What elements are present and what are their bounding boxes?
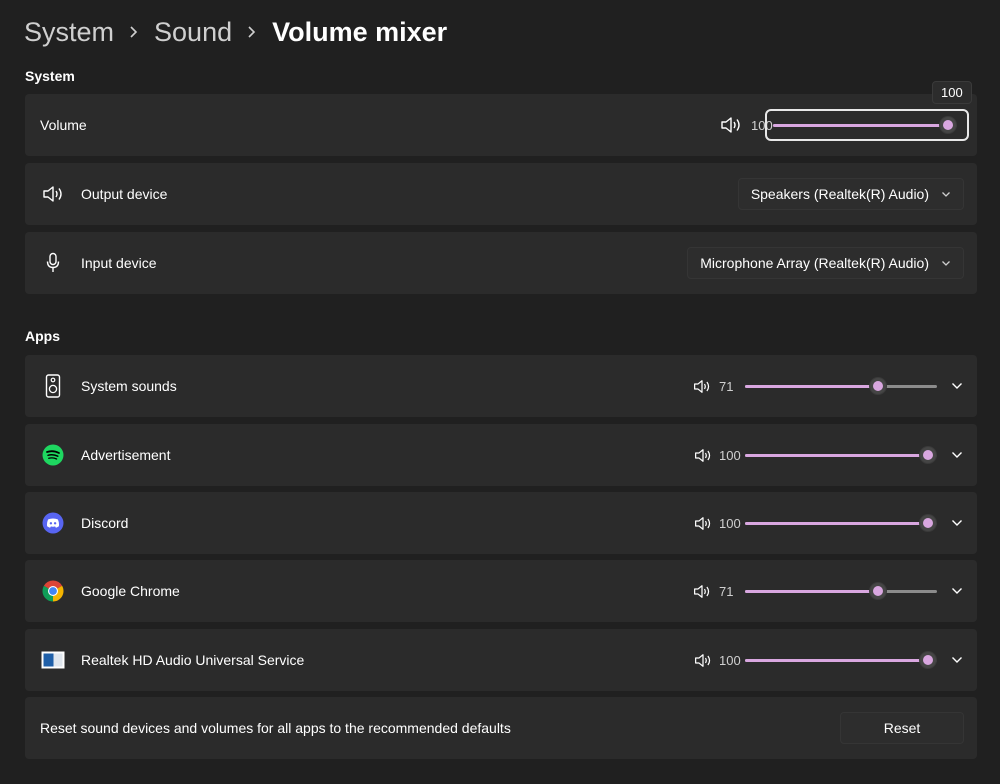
app-row-realtek: Realtek HD Audio Universal Service 100 xyxy=(25,629,977,691)
discord-icon xyxy=(25,512,81,534)
reset-card: Reset sound devices and volumes for all … xyxy=(25,697,977,759)
chevron-down-icon[interactable] xyxy=(937,656,977,664)
app-row-advertisement: Advertisement 100 xyxy=(25,424,977,486)
app-row-discord: Discord 100 xyxy=(25,492,977,554)
section-label-apps: Apps xyxy=(25,328,60,344)
speaker-icon[interactable] xyxy=(694,448,712,463)
output-device-card: Output device Speakers (Realtek(R) Audio… xyxy=(25,163,977,225)
breadcrumb-system[interactable]: System xyxy=(24,17,114,48)
app-name: Discord xyxy=(81,515,129,531)
speaker-icon[interactable] xyxy=(694,516,712,531)
reset-description: Reset sound devices and volumes for all … xyxy=(40,720,511,736)
output-device-dropdown[interactable]: Speakers (Realtek(R) Audio) xyxy=(737,178,964,210)
focus-ring xyxy=(765,109,969,141)
chevron-down-icon[interactable] xyxy=(937,451,977,459)
app-volume-value: 100 xyxy=(719,652,741,668)
slider-fill xyxy=(745,659,928,662)
speaker-icon[interactable] xyxy=(693,584,711,599)
slider-thumb[interactable] xyxy=(919,514,937,532)
chrome-icon xyxy=(25,580,81,602)
slider-fill xyxy=(745,522,928,525)
section-label-system: System xyxy=(25,68,75,84)
slider-fill xyxy=(745,454,928,457)
speaker-icon[interactable] xyxy=(693,379,711,394)
microphone-icon xyxy=(25,252,81,274)
speaker-icon[interactable] xyxy=(720,116,742,134)
slider-thumb[interactable] xyxy=(919,651,937,669)
speaker-icon xyxy=(25,185,81,203)
app-volume-slider[interactable] xyxy=(745,581,937,601)
app-name: Advertisement xyxy=(81,447,171,463)
input-device-dropdown[interactable]: Microphone Array (Realtek(R) Audio) xyxy=(687,247,964,279)
input-device-selected: Microphone Array (Realtek(R) Audio) xyxy=(700,255,929,271)
chevron-down-icon[interactable] xyxy=(937,587,977,595)
volume-tooltip: 100 xyxy=(932,81,972,104)
app-volume-value: 100 xyxy=(719,447,741,463)
speaker-icon[interactable] xyxy=(694,653,712,668)
app-name: System sounds xyxy=(81,378,177,394)
chevron-down-icon[interactable] xyxy=(937,519,977,527)
app-name: Google Chrome xyxy=(81,583,180,599)
chevron-right-icon xyxy=(247,25,257,39)
output-device-selected: Speakers (Realtek(R) Audio) xyxy=(750,186,929,202)
slider-fill xyxy=(745,590,878,593)
realtek-icon xyxy=(25,651,81,669)
slider-thumb[interactable] xyxy=(868,582,887,600)
slider-fill xyxy=(745,385,878,388)
slider-thumb[interactable] xyxy=(919,446,937,464)
breadcrumb-sound[interactable]: Sound xyxy=(154,17,232,48)
app-volume-value: 100 xyxy=(719,515,741,531)
system-sounds-icon xyxy=(25,374,81,398)
chevron-down-icon xyxy=(941,190,951,198)
input-device-card: Input device Microphone Array (Realtek(R… xyxy=(25,232,977,294)
chevron-down-icon xyxy=(941,259,951,267)
app-name: Realtek HD Audio Universal Service xyxy=(81,652,305,668)
app-row-google-chrome: Google Chrome 71 xyxy=(25,560,977,622)
spotify-icon xyxy=(25,444,81,466)
output-device-label: Output device xyxy=(81,186,168,202)
app-volume-value: 71 xyxy=(719,583,734,599)
app-volume-slider[interactable] xyxy=(745,650,937,670)
chevron-right-icon xyxy=(129,25,139,39)
breadcrumb: System Sound Volume mixer xyxy=(24,14,447,50)
app-volume-slider[interactable] xyxy=(745,445,937,465)
app-volume-slider[interactable] xyxy=(745,513,937,533)
reset-button[interactable]: Reset xyxy=(840,712,964,744)
app-row-system-sounds: System sounds 71 xyxy=(25,355,977,417)
app-volume-slider[interactable] xyxy=(745,376,937,396)
app-volume-value: 71 xyxy=(719,378,734,394)
volume-label: Volume xyxy=(40,117,87,133)
page-title: Volume mixer xyxy=(272,16,448,47)
slider-thumb[interactable] xyxy=(868,377,887,395)
input-device-label: Input device xyxy=(81,255,157,271)
chevron-down-icon[interactable] xyxy=(937,382,977,390)
